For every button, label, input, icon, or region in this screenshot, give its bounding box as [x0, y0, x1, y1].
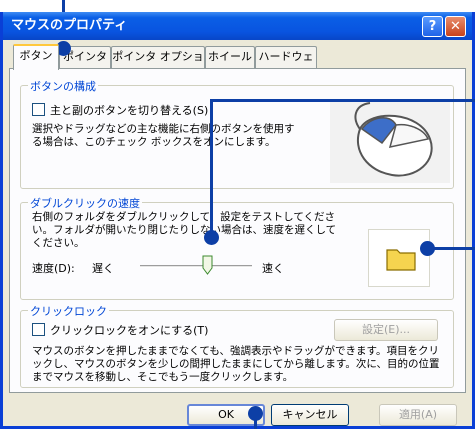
close-button[interactable]: ✕	[445, 16, 466, 37]
callout-line-mouse-image	[210, 99, 475, 102]
mouse-properties-window: マウスのプロパティ ? ✕ ボタン ポインタ ポインタ オプション ホイール ハ…	[0, 12, 475, 429]
speed-slider-thumb[interactable]	[202, 255, 213, 275]
title-bar[interactable]: マウスのプロパティ	[3, 12, 472, 40]
callout-dot-slider	[204, 230, 219, 245]
click-lock-checkbox[interactable]	[32, 323, 45, 336]
mouse-image	[330, 99, 450, 183]
callout-dot-folder	[420, 241, 435, 256]
double-click-description: 右側のフォルダをダブルクリックして、設定をテストしてください。フォルダが開いたり…	[32, 211, 337, 249]
window-title: マウスのプロパティ	[11, 18, 128, 33]
double-click-title: ダブルクリックの速度	[28, 195, 142, 211]
speed-slider-track[interactable]	[140, 265, 252, 268]
button-config-title: ボタンの構成	[28, 78, 98, 94]
speed-slow-label: 遅く	[92, 262, 114, 275]
tab-panel: ボタンの構成 主と副のボタンを切り替える(S) 選択やドラッグなどの主な機能に右…	[9, 68, 466, 393]
speed-label: 速度(D):	[32, 262, 75, 275]
button-config-description: 選択やドラッグなどの主な機能に右側のボタンを使用する場合は、このチェック ボック…	[32, 123, 295, 148]
click-lock-title: クリックロック	[28, 303, 109, 319]
tab-pointer-options[interactable]: ポインタ オプション	[111, 46, 205, 83]
test-folder[interactable]	[368, 229, 430, 287]
switch-buttons-checkbox[interactable]	[32, 103, 45, 116]
cancel-button[interactable]: キャンセル	[271, 404, 349, 426]
tab-buttons[interactable]: ボタン	[13, 44, 59, 70]
apply-button[interactable]: 適用(A)	[379, 404, 457, 426]
help-button[interactable]: ?	[422, 16, 443, 37]
click-lock-label[interactable]: クリックロックをオンにする(T)	[50, 322, 208, 338]
speed-fast-label: 速く	[262, 262, 284, 275]
tab-hardware[interactable]: ハードウェア	[255, 46, 317, 83]
click-lock-description: マウスのボタンを押したままでなくても、強調表示やドラッグができます。項目をクリッ…	[32, 345, 440, 383]
click-lock-settings-button[interactable]: 設定(E)...	[334, 319, 438, 341]
callout-dot-ok	[248, 406, 263, 421]
folder-icon	[386, 249, 416, 271]
tab-wheel[interactable]: ホイール	[205, 46, 255, 68]
callout-line-slider	[210, 99, 213, 235]
switch-buttons-label[interactable]: 主と副のボタンを切り替える(S)	[50, 102, 208, 118]
